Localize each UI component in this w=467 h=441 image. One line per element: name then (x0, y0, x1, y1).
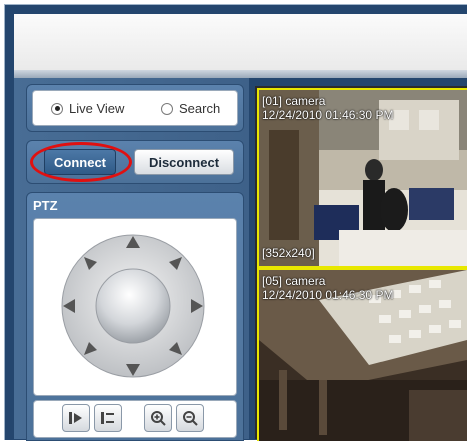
camera-tile-05[interactable]: [05] camera 12/24/2010 01:46:30 PM (257, 268, 467, 441)
header-divider (14, 70, 467, 78)
ptz-dial (61, 234, 205, 378)
camera-timestamp-05: 12/24/2010 01:46:30 PM (262, 288, 394, 302)
focus-near-button[interactable] (62, 404, 90, 432)
camera-tile-01[interactable]: [01] camera 12/24/2010 01:46:30 PM [352x… (257, 88, 467, 268)
disconnect-button[interactable]: Disconnect (134, 149, 234, 175)
ptz-title: PTZ (33, 198, 58, 213)
view-mode-panel: Live View Search (26, 84, 244, 132)
focus-far-icon (101, 412, 114, 424)
radio-live-view-label: Live View (69, 101, 125, 116)
view-mode-box: Live View Search (32, 90, 238, 126)
zoom-out-icon (183, 411, 198, 426)
camera-resolution-01: [352x240] (262, 246, 315, 260)
camera-timestamp-01: 12/24/2010 01:46:30 PM (262, 108, 394, 122)
ptz-control-box (33, 218, 237, 396)
zoom-in-button[interactable] (144, 404, 172, 432)
radio-live-view[interactable]: Live View (51, 101, 124, 116)
radio-search[interactable]: Search (161, 101, 220, 116)
zoom-in-icon (151, 411, 166, 426)
zoom-out-button[interactable] (176, 404, 204, 432)
radio-live-view-indicator[interactable] (51, 102, 63, 115)
radio-search-indicator[interactable] (161, 102, 173, 115)
focus-far-button[interactable] (94, 404, 122, 432)
camera-name-01: [01] camera (262, 94, 326, 108)
header-bar (14, 14, 467, 70)
camera-name-05: [05] camera (262, 274, 326, 288)
ptz-center-knob[interactable] (95, 268, 171, 344)
connect-highlight-annotation (30, 142, 132, 182)
focus-near-icon (69, 412, 82, 424)
radio-search-label: Search (179, 101, 221, 116)
